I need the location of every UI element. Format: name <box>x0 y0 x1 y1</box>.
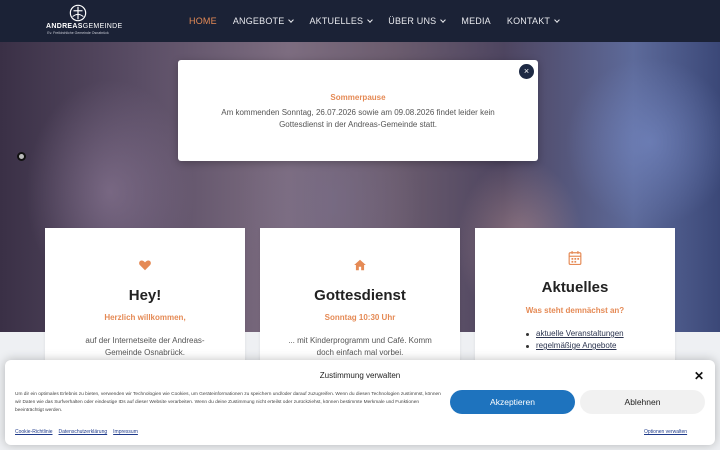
privacy-policy-link[interactable]: Datenschutzerklärung <box>59 429 108 435</box>
nav-kontakt[interactable]: KONTAKT <box>507 16 560 26</box>
cookie-consent-banner: Zustimmung verwalten ✕ Um dir ein optima… <box>5 360 715 445</box>
card-aktuelles: Aktuelles Was steht demnächst an? aktuel… <box>475 228 675 368</box>
card-subtitle: Was steht demnächst an? <box>525 306 625 315</box>
card-title: Gottesdienst <box>314 287 406 304</box>
link-regelmaessige-angebote[interactable]: regelmäßige Angebote <box>536 341 617 350</box>
consent-title: Zustimmung verwalten <box>319 371 401 380</box>
nav-media[interactable]: MEDIA <box>461 16 491 26</box>
consent-close-icon[interactable]: ✕ <box>694 370 704 382</box>
announcement-popup: Sommerpause Am kommenden Sonntag, 26.07.… <box>178 60 538 161</box>
slider-dot[interactable] <box>17 152 26 161</box>
card-link-list: aktuelle Veranstaltungen regelmäßige Ang… <box>525 328 624 352</box>
card-text: auf der Internetseite der Andreas-Gemein… <box>85 336 205 357</box>
chevron-down-icon <box>440 16 447 23</box>
nav-ueber-uns[interactable]: ÜBER UNS <box>388 16 447 26</box>
chevron-down-icon <box>288 16 295 23</box>
card-gottesdienst: Gottesdienst Sonntag 10:30 Uhr ... mit K… <box>260 228 460 368</box>
card-title: Hey! <box>128 287 162 304</box>
consent-text: Um dir ein optimales Erlebnis zu bieten,… <box>15 392 441 413</box>
card-text: ... mit Kinderprogramm und Café. Komm do… <box>288 336 432 357</box>
popup-close-button[interactable]: × <box>519 64 534 79</box>
card-subtitle: Herzlich willkommen, <box>104 313 186 322</box>
logo-tagline: Ev. Freikirchliche Gemeinde Osnabrück <box>47 31 109 35</box>
heart-icon <box>139 260 151 271</box>
chevron-down-icon <box>554 16 560 23</box>
site-header: ANDREASGEMEINDE Ev. Freikirchliche Gemei… <box>0 0 720 42</box>
cross-circle-icon <box>69 4 87 22</box>
popup-text: Am kommenden Sonntag, 26.07.2026 sowie a… <box>221 108 495 129</box>
home-icon <box>354 259 366 271</box>
nav-angebote[interactable]: ANGEBOTE <box>233 16 295 26</box>
logo-wordmark: ANDREASGEMEINDE <box>46 23 123 30</box>
imprint-link[interactable]: Impressum <box>113 429 138 435</box>
nav-aktuelles[interactable]: AKTUELLES <box>309 16 374 26</box>
consent-links: Cookie-Richtlinie Datenschutzerklärung I… <box>15 429 144 435</box>
decline-button[interactable]: Ablehnen <box>580 390 705 414</box>
cookie-policy-link[interactable]: Cookie-Richtlinie <box>15 429 53 435</box>
calendar-icon <box>568 251 582 265</box>
nav-home[interactable]: HOME <box>189 16 217 26</box>
site-logo[interactable]: ANDREASGEMEINDE Ev. Freikirchliche Gemei… <box>46 4 123 38</box>
manage-options-link[interactable]: Optionen verwalten <box>644 429 687 435</box>
popup-title: Sommerpause <box>330 93 386 102</box>
card-title: Aktuelles <box>541 279 609 296</box>
main-nav: HOME ANGEBOTE AKTUELLES ÜBER UNS MEDIA K… <box>189 0 575 42</box>
list-item: regelmäßige Angebote <box>525 340 624 352</box>
chevron-down-icon <box>367 16 374 23</box>
accept-button[interactable]: Akzeptieren <box>450 390 575 414</box>
link-aktuelle-veranstaltungen[interactable]: aktuelle Veranstaltungen <box>536 329 624 338</box>
card-subtitle: Sonntag 10:30 Uhr <box>324 313 396 322</box>
list-item: aktuelle Veranstaltungen <box>525 328 624 340</box>
card-welcome: Hey! Herzlich willkommen, auf der Intern… <box>45 228 245 368</box>
